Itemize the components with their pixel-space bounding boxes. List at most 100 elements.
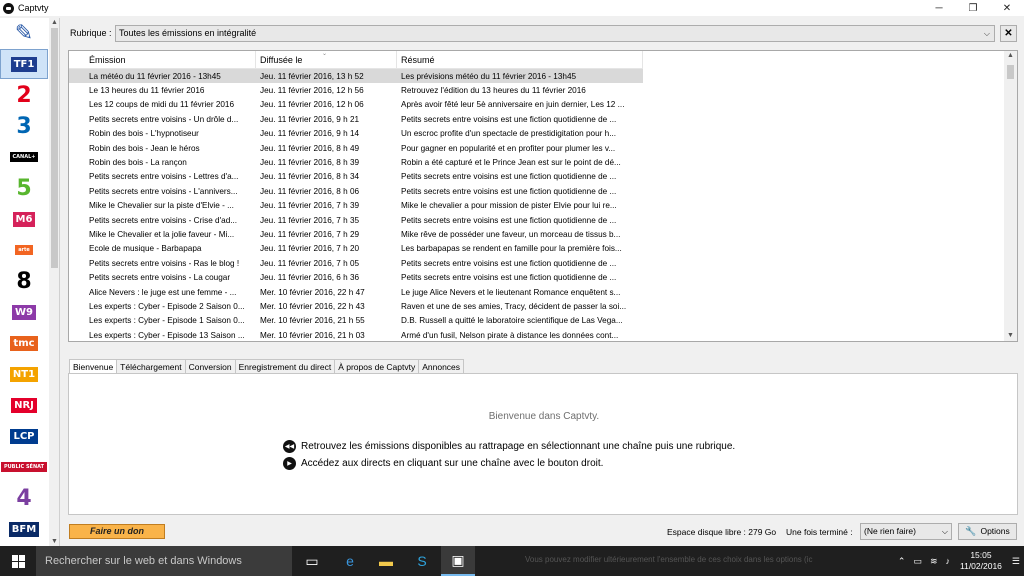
minimize-icon[interactable]: ─ <box>922 0 956 16</box>
column-header-emission[interactable]: Émission <box>69 51 256 69</box>
tab-a-propos[interactable]: À propos de Captvty <box>334 359 420 374</box>
table-row[interactable]: Petits secrets entre voisins - La cougar… <box>69 270 643 284</box>
cell-diffusee: Jeu. 11 février 2016, 7 h 35 <box>260 215 360 225</box>
channel-logo-nt1: NT1 <box>9 366 39 382</box>
channel-france5[interactable]: 5 <box>0 173 48 203</box>
table-row[interactable]: Le 13 heures du 11 février 2016 Jeu. 11 f… <box>69 83 643 97</box>
tab-annonces[interactable]: Annonces <box>418 359 465 374</box>
maximize-icon[interactable]: ❐ <box>956 0 990 16</box>
table-row[interactable]: Robin des bois - L'hypnotiseur Jeu. 11 fé… <box>69 127 643 141</box>
welcome-panel: Bienvenue dans Captvty. ◀◀ Retrouvez les… <box>68 373 1018 515</box>
scroll-up-icon[interactable]: ▲ <box>49 18 59 27</box>
cell-resume: Après avoir fêté leur 5è anniversaire en… <box>401 100 625 110</box>
cell-emission: Robin des bois - Jean le héros <box>89 143 200 153</box>
notifications-icon[interactable]: ☰ <box>1012 556 1020 567</box>
hint-live: ▶ Accédez aux directs en cliquant sur un… <box>283 457 603 470</box>
table-row[interactable]: Mike le Chevalier et la jolie faveur - M… <box>69 227 643 241</box>
scroll-thumb[interactable] <box>1007 65 1014 79</box>
table-row[interactable]: Petits secrets entre voisins - Lettres d… <box>69 170 643 184</box>
battery-icon[interactable]: ▭ <box>913 556 922 567</box>
rewind-icon: ◀◀ <box>283 440 296 453</box>
clock[interactable]: 15:05 11/02/2016 <box>960 550 1002 572</box>
cell-diffusee: Jeu. 11 février 2016, 13 h 52 <box>260 71 364 81</box>
cell-resume: Petits secrets entre voisins est une fic… <box>401 258 617 268</box>
column-header-diffusee[interactable]: ⌄ Diffusée le <box>256 51 397 69</box>
cell-emission: Les experts : Cyber - Episode 2 Saison 0… <box>89 301 245 311</box>
column-header-resume[interactable]: Résumé <box>397 51 643 69</box>
volume-icon[interactable]: ♪ <box>946 556 951 566</box>
channel-w9[interactable]: W9 <box>0 297 48 327</box>
table-row[interactable]: Les experts : Cyber - Episode 13 Saison … <box>69 328 643 341</box>
cell-diffusee: Jeu. 11 février 2016, 6 h 36 <box>260 273 360 283</box>
cell-diffusee: Jeu. 11 février 2016, 9 h 21 <box>260 114 360 124</box>
clear-rubrique-button[interactable]: ✕ <box>1000 25 1017 42</box>
channel-tools[interactable]: ✎ <box>0 18 48 48</box>
table-scrollbar[interactable]: ▲ ▼ <box>1004 51 1017 341</box>
channel-public-senat[interactable]: PUBLIC SÉNAT <box>0 452 48 482</box>
cell-diffusee: Jeu. 11 février 2016, 12 h 56 <box>260 86 364 96</box>
scroll-up-icon[interactable]: ▲ <box>1004 51 1017 61</box>
table-row[interactable]: Les experts : Cyber - Episode 2 Saison 0… <box>69 299 643 313</box>
captvty-taskbar-icon[interactable]: ▣ <box>441 546 475 576</box>
rubrique-select[interactable]: Toutes les émissions en intégralité ⌵ <box>115 25 995 42</box>
channel-france3[interactable]: 3 <box>0 111 48 141</box>
cell-emission: Ecole de musique - Barbapapa <box>89 244 202 254</box>
task-view-icon[interactable]: ▭ <box>295 546 329 576</box>
table-row[interactable]: La météo du 11 février 2016 - 13h45 Jeu. … <box>69 69 643 84</box>
cell-emission: Robin des bois - La rançon <box>89 158 187 168</box>
start-button[interactable] <box>0 546 36 576</box>
tab-conversion[interactable]: Conversion <box>184 359 236 374</box>
table-row[interactable]: Alice Nevers : le juge est une femme - .… <box>69 285 643 299</box>
taskbar-search[interactable]: Rechercher sur le web et dans Windows <box>36 546 292 576</box>
channel-france2[interactable]: 2 <box>0 80 48 110</box>
table-row[interactable]: Les experts : Cyber - Episode 1 Saison 0… <box>69 314 643 328</box>
channel-nrj12[interactable]: NRJ <box>0 390 48 420</box>
once-done-value: (Ne rien faire) <box>864 526 916 536</box>
table-row[interactable]: Mike le Chevalier sur la piste d'Elvie -… <box>69 199 643 213</box>
close-icon[interactable]: ✕ <box>990 0 1024 16</box>
channel-logo-w9: W9 <box>12 304 36 320</box>
channel-logo-france4: 4 <box>16 485 32 511</box>
cell-resume: Les prévisions météo du 11 février 2016 … <box>401 71 577 81</box>
file-explorer-icon[interactable]: ▬ <box>369 546 403 576</box>
table-row[interactable]: Petits secrets entre voisins - Un drôle … <box>69 112 643 126</box>
once-done-select[interactable]: (Ne rien faire) ⌵ <box>860 523 952 540</box>
channel-canal-plus[interactable]: CANAL+ <box>0 142 48 172</box>
cell-resume: Un escroc profite d'un spectacle de pres… <box>401 129 617 139</box>
table-row[interactable]: Ecole de musique - Barbapapa Jeu. 11 févr… <box>69 242 643 256</box>
channel-arte[interactable]: arte <box>0 235 48 265</box>
channel-lcp[interactable]: LCP <box>0 421 48 451</box>
channel-logo-public-senat: PUBLIC SÉNAT <box>0 462 48 472</box>
channel-france4[interactable]: 4 <box>0 483 48 513</box>
scroll-down-icon[interactable]: ▼ <box>49 537 59 546</box>
table-row[interactable]: Petits secrets entre voisins - Crise d'a… <box>69 213 643 227</box>
cell-diffusee: Jeu. 11 février 2016, 8 h 34 <box>260 172 360 182</box>
channel-d8[interactable]: 8 <box>0 266 48 296</box>
sort-indicator-icon: ⌄ <box>322 51 328 57</box>
network-icon[interactable]: ≋ <box>930 556 938 567</box>
chevron-up-icon[interactable]: ⌃ <box>898 556 906 567</box>
channel-scrollbar[interactable]: ▲ ▼ <box>49 18 59 546</box>
channel-m6[interactable]: M6 <box>0 204 48 234</box>
edge-icon[interactable]: e <box>333 546 367 576</box>
channel-nt1[interactable]: NT1 <box>0 359 48 389</box>
channel-tmc[interactable]: tmc <box>0 328 48 358</box>
table-row[interactable]: Les 12 coups de midi du 11 février 2016 J… <box>69 98 643 112</box>
table-row[interactable]: Robin des bois - Jean le héros Jeu. 11 fé… <box>69 141 643 155</box>
table-row[interactable]: Petits secrets entre voisins - L'anniver… <box>69 184 643 198</box>
table-row[interactable]: Robin des bois - La rançon Jeu. 11 févrie… <box>69 155 643 169</box>
table-row[interactable]: Petits secrets entre voisins - Ras le bl… <box>69 256 643 270</box>
scroll-thumb[interactable] <box>51 28 58 268</box>
donate-button[interactable]: Faire un don <box>69 524 165 539</box>
channel-bfm[interactable]: BFM <box>0 514 48 544</box>
skype-icon[interactable]: S <box>405 546 439 576</box>
scroll-down-icon[interactable]: ▼ <box>1004 331 1017 341</box>
clock-time: 15:05 <box>970 550 992 560</box>
cell-resume: Petits secrets entre voisins est une fic… <box>401 114 617 124</box>
channel-logo-france5: 5 <box>16 175 32 201</box>
hint-live-text: Accédez aux directs en cliquant sur une … <box>301 458 604 469</box>
tab-telechargement[interactable]: Téléchargement <box>116 359 186 374</box>
tab-enregistrement-direct[interactable]: Enregistrement du direct <box>234 359 336 374</box>
options-button[interactable]: 🔧 Options <box>958 523 1017 540</box>
channel-tf1[interactable]: TF1 <box>0 49 48 79</box>
